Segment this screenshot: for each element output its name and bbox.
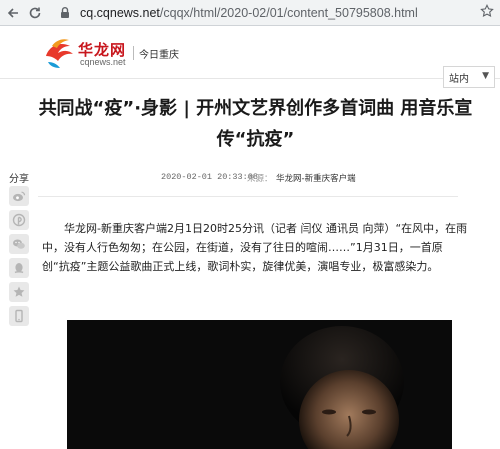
reload-icon[interactable]	[26, 4, 44, 22]
weibo-icon[interactable]	[9, 186, 29, 206]
mobile-icon[interactable]	[9, 306, 29, 326]
pinterest-icon[interactable]	[9, 210, 29, 230]
channel-link[interactable]: 今日重庆	[139, 46, 179, 61]
search-scope-select[interactable]: 站内 ▼	[443, 66, 495, 88]
lock-icon[interactable]	[58, 6, 72, 20]
url-domain: cq.cqnews.net	[80, 5, 160, 20]
url-field[interactable]: cq.cqnews.net/cqqx/html/2020-02/01/conte…	[80, 6, 418, 20]
article-title: 共同战“疫”·身影 | 开州文艺界创作多首词曲 用音乐宣传“抗疫”	[38, 98, 473, 150]
site-header: 华龙网 cqnews.net 今日重庆 站内 ▼	[0, 26, 500, 88]
back-icon[interactable]	[4, 4, 22, 22]
site-logo[interactable]	[42, 36, 78, 70]
meta-divider	[38, 196, 458, 197]
publish-time: 2020-02-01 20:33:08	[161, 172, 258, 182]
chevron-down-icon: ▼	[482, 71, 489, 81]
share-label: 分享	[9, 174, 29, 185]
browser-address-bar: cq.cqnews.net/cqqx/html/2020-02/01/conte…	[0, 0, 500, 26]
brand-domain: cqnews.net	[80, 57, 126, 67]
article-body: 华龙网-新重庆客户端2月1日20时25分讯（记者 闫仪 通讯员 向萍）“在风中，…	[42, 222, 468, 273]
wechat-icon[interactable]	[9, 234, 29, 254]
source-label: 来源：	[247, 174, 273, 184]
qzone-icon[interactable]	[9, 282, 29, 302]
article-photo	[67, 320, 452, 449]
star-icon[interactable]	[480, 4, 494, 22]
qq-icon[interactable]	[9, 258, 29, 278]
article-source[interactable]: 华龙网-新重庆客户端	[276, 172, 356, 184]
article-meta: 2020-02-01 20:33:08 来源： 华龙网-新重庆客户端	[0, 172, 500, 186]
header-divider	[133, 46, 134, 60]
search-scope-label: 站内	[449, 73, 469, 85]
url-path: /cqqx/html/2020-02/01/content_50795808.h…	[159, 5, 418, 20]
